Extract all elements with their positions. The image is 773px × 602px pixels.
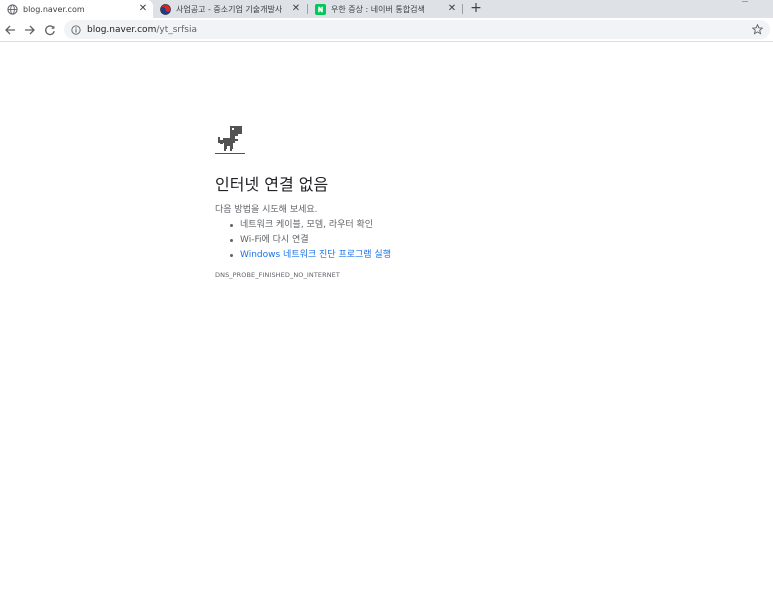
- tab-title: 사업공고 - 중소기업 기술개발사: [176, 4, 283, 14]
- tab-strip: blog.naver.com ✕ 사업공고 - 중소기업 기술개발사 ✕ 우한 …: [0, 0, 773, 18]
- error-intro: 다음 방법을 시도해 보세요.: [215, 205, 318, 215]
- url-text: blog.naver.com/yt_srfsia: [87, 25, 197, 35]
- arrow-right-icon: [25, 25, 35, 35]
- info-icon[interactable]: [71, 24, 81, 35]
- globe-icon: [7, 3, 18, 15]
- offline-dino-icon[interactable]: [215, 125, 245, 155]
- url-path: /yt_srfsia: [156, 24, 197, 35]
- taegeuk-icon: [160, 3, 171, 15]
- reload-icon: [45, 25, 55, 36]
- suggestion-list: 네트워크 케이블, 모뎀, 라우터 확인 Wi-Fi에 다시 연결 Window…: [215, 218, 595, 263]
- tab-close-icon[interactable]: ✕: [445, 2, 459, 16]
- toolbar: blog.naver.com/yt_srfsia: [0, 18, 773, 42]
- tab-naver-search[interactable]: 우한 증상 : 네이버 통합검색 ✕: [308, 0, 462, 18]
- naver-icon: [315, 3, 326, 15]
- minimize-icon[interactable]: [738, 0, 752, 4]
- bookmark-star-icon[interactable]: [750, 22, 764, 36]
- url-host: blog.naver.com: [87, 24, 157, 35]
- forward-button[interactable]: [22, 22, 38, 38]
- error-code: DNS_PROBE_FINISHED_NO_INTERNET: [215, 271, 340, 279]
- tab-close-icon[interactable]: ✕: [289, 2, 303, 16]
- new-tab-button[interactable]: +: [468, 0, 484, 18]
- arrow-left-icon: [5, 25, 15, 35]
- network-diagnostics-link[interactable]: Windows 네트워크 진단 프로그램 실행: [215, 248, 595, 263]
- tab-separator: [462, 4, 463, 14]
- tab-bizinfo[interactable]: 사업공고 - 중소기업 기술개발사 ✕: [153, 0, 306, 18]
- error-title: 인터넷 연결 없음: [215, 175, 329, 194]
- tab-title: 우한 증상 : 네이버 통합검색: [331, 4, 425, 14]
- back-button[interactable]: [2, 22, 18, 38]
- suggestion-reconnect-wifi: Wi-Fi에 다시 연결: [215, 233, 595, 248]
- address-bar[interactable]: blog.naver.com/yt_srfsia: [64, 20, 770, 39]
- suggestion-check-cables: 네트워크 케이블, 모뎀, 라우터 확인: [215, 218, 595, 233]
- tab-close-icon[interactable]: ✕: [136, 2, 150, 16]
- tab-title: blog.naver.com: [23, 4, 85, 14]
- reload-button[interactable]: [42, 22, 58, 38]
- error-content: 인터넷 연결 없음 다음 방법을 시도해 보세요. 네트워크 케이블, 모뎀, …: [215, 125, 595, 280]
- tab-blog-naver[interactable]: blog.naver.com ✕: [0, 0, 153, 18]
